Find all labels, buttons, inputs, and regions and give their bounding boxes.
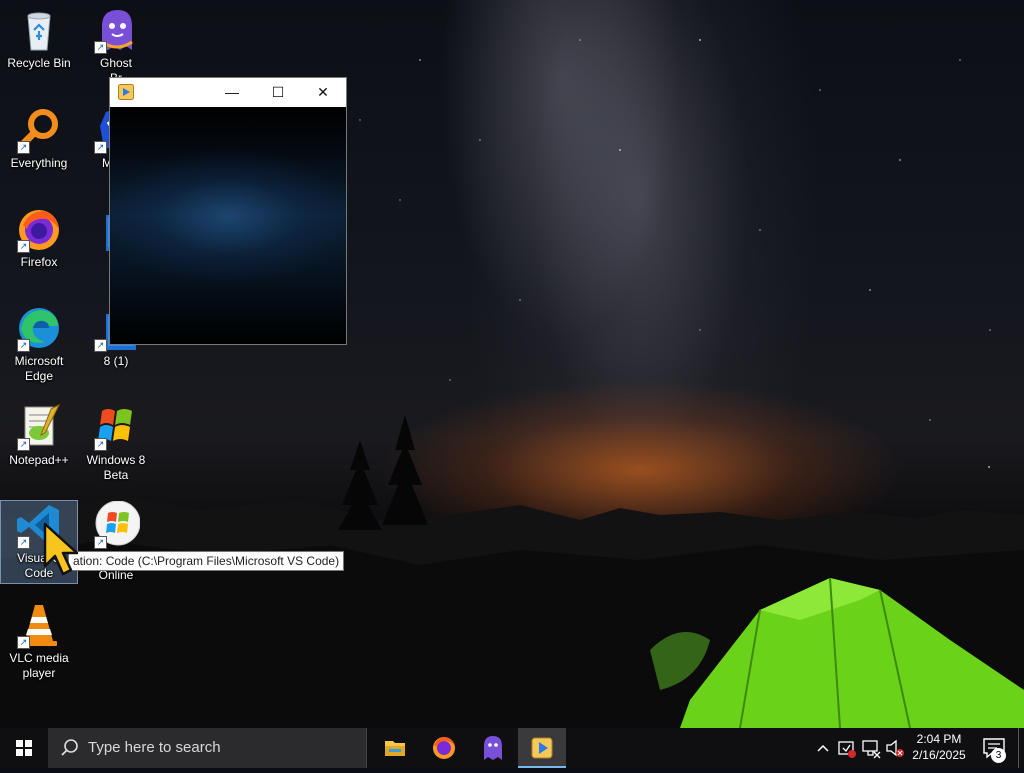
taskbar: Type here to search 2:04 PM 2/16/2025 3 — [0, 728, 1024, 768]
desktop-icon-everything[interactable]: ↗ Everything — [1, 106, 77, 171]
shortcut-arrow-icon: ↗ — [17, 240, 30, 253]
desktop-icon-label: Recycle Bin — [7, 56, 71, 70]
network-disconnected-icon — [862, 740, 881, 759]
windows-start-icon — [16, 740, 32, 756]
ghost-browser-icon — [484, 736, 502, 760]
minimize-button[interactable]: — — [209, 78, 255, 107]
shortcut-arrow-icon: ↗ — [17, 339, 30, 352]
shortcut-arrow-icon: ↗ — [94, 339, 107, 352]
vlc-cone-icon: ↗ — [15, 601, 63, 649]
desktop-icon-label: Firefox — [20, 255, 58, 269]
desktop-icon-label: Everything — [10, 156, 68, 170]
vlc-player-window[interactable]: — ☐ ✕ — [110, 78, 346, 344]
desktop-icon-ghost-browser[interactable]: ↗ Ghost Br — [78, 6, 154, 86]
maximize-button[interactable]: ☐ — [255, 78, 301, 107]
desktop-icon-label: VLC media player — [9, 651, 69, 680]
search-icon — [60, 738, 80, 758]
shortcut-arrow-icon: ↗ — [94, 141, 107, 154]
search-placeholder: Type here to search — [88, 739, 221, 756]
firefox-icon: ↗ — [15, 205, 63, 253]
show-hidden-icons-button[interactable] — [812, 728, 834, 768]
shortcut-arrow-icon: ↗ — [94, 41, 107, 54]
microsoft-edge-icon: ↗ — [15, 304, 63, 352]
recycle-bin-icon — [15, 6, 63, 54]
shortcut-arrow-icon: ↗ — [17, 438, 30, 451]
firefox-icon — [433, 737, 455, 759]
close-button[interactable]: ✕ — [300, 78, 346, 107]
taskbar-ghost-browser[interactable] — [469, 728, 517, 768]
action-center-button[interactable]: 3 — [978, 728, 1014, 768]
security-warning-icon — [838, 741, 856, 758]
mouse-cursor-icon — [42, 522, 82, 578]
vlc-window-titlebar[interactable]: — ☐ ✕ — [110, 78, 346, 107]
chevron-up-icon — [817, 744, 829, 752]
desktop-icon-label: Notepad++ — [9, 453, 69, 467]
vlc-app-icon — [531, 737, 553, 759]
windows-orb-icon: ↗ — [92, 500, 141, 549]
show-desktop-button[interactable] — [1018, 728, 1024, 768]
desktop-icon-vlc-media-player[interactable]: ↗ VLC media player — [1, 601, 77, 681]
taskbar-firefox[interactable] — [420, 728, 468, 768]
desktop-icon-windows-8-beta[interactable]: ↗ Windows 8 Beta — [78, 403, 154, 483]
notepad-plus-plus-icon: ↗ — [15, 403, 63, 451]
shortcut-arrow-icon: ↗ — [17, 636, 30, 649]
everything-search-icon: ↗ — [15, 106, 63, 154]
taskbar-search-box[interactable]: Type here to search — [48, 728, 367, 768]
windows-flag-icon: ↗ — [92, 403, 140, 451]
desktop-icon-recycle-bin[interactable]: Recycle Bin — [1, 6, 77, 71]
taskbar-file-explorer[interactable] — [371, 728, 419, 768]
desktop-icon-label: Windows 8 Beta — [86, 453, 146, 482]
taskbar-clock[interactable]: 2:04 PM 2/16/2025 — [900, 731, 978, 763]
desktop-icon-notepad-plus-plus[interactable]: ↗ Notepad++ — [1, 403, 77, 468]
shortcut-arrow-icon: ↗ — [94, 438, 107, 451]
taskbar-vlc-media-player[interactable] — [518, 728, 566, 768]
file-explorer-icon — [385, 741, 405, 756]
clock-date: 2/16/2025 — [912, 748, 966, 762]
desktop-icon-label: 8 (1) — [103, 354, 129, 368]
start-button[interactable] — [0, 728, 48, 768]
shortcut-arrow-icon: ↗ — [17, 141, 30, 154]
security-tray-button[interactable] — [836, 728, 858, 768]
desktop-icon-label: Microsoft Edge — [14, 354, 64, 383]
desktop-icon-firefox[interactable]: ↗ Firefox — [1, 205, 77, 270]
shortcut-arrow-icon: ↗ — [94, 536, 107, 549]
notification-count-badge: 3 — [991, 748, 1006, 763]
shortcut-arrow-icon: ↗ — [17, 536, 30, 549]
clock-time: 2:04 PM — [916, 732, 962, 746]
network-tray-button[interactable] — [860, 728, 882, 768]
ghost-browser-icon: ↗ — [92, 6, 140, 54]
vlc-video-area[interactable] — [110, 107, 346, 344]
vscode-tooltip: ation: Code (C:\Program Files\Microsoft … — [68, 551, 345, 571]
desktop-icon-microsoft-edge[interactable]: ↗ Microsoft Edge — [1, 304, 77, 384]
vlc-app-icon — [118, 84, 134, 100]
